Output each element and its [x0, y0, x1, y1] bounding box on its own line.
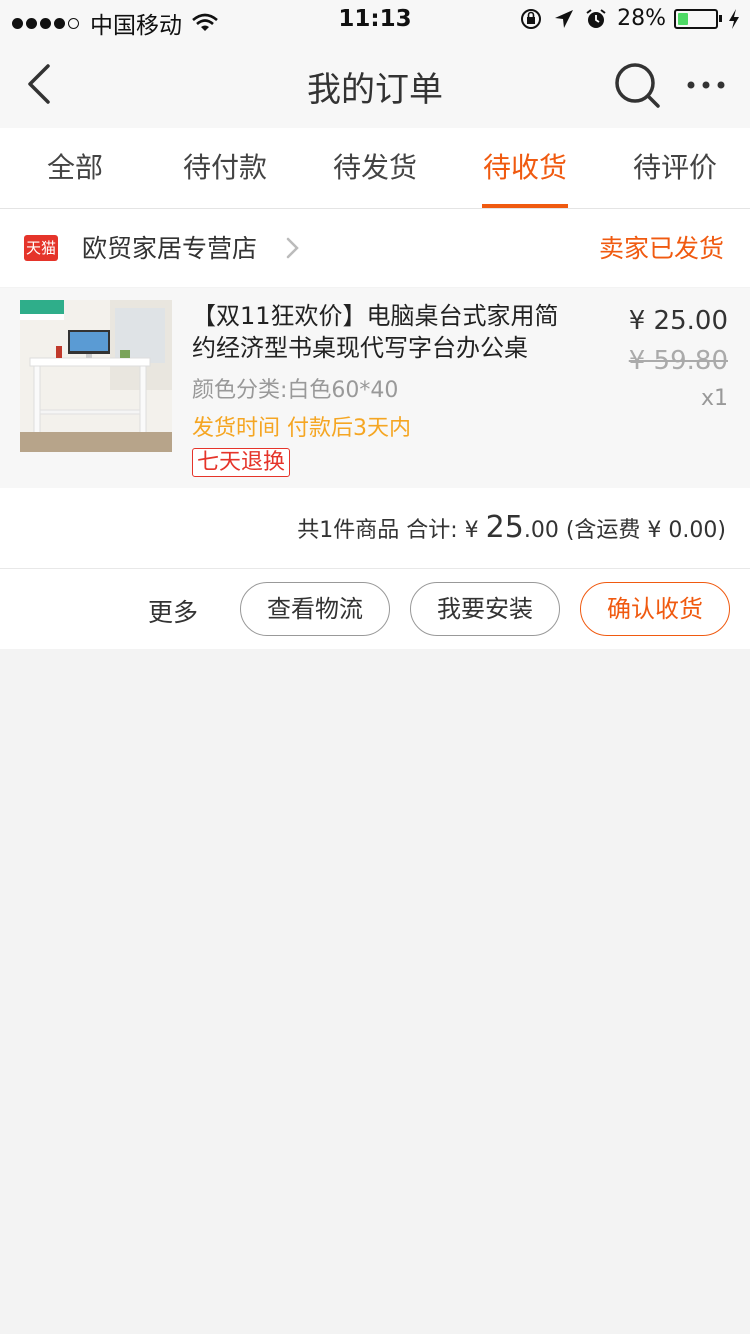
order-actions: 更多 查看物流 我要安装 确认收货: [0, 569, 750, 649]
charging-icon: [729, 8, 739, 29]
desk-image: [20, 300, 172, 452]
alarm-icon: [586, 8, 606, 28]
tmall-logo: 天猫: [24, 235, 58, 261]
product-title[interactable]: 【双11狂欢价】电脑桌台式家用简约经济型书桌现代写字台办公桌: [192, 300, 577, 364]
return-policy-badge: 七天退换: [192, 448, 291, 477]
tab-pending-shipment[interactable]: 待发货: [300, 128, 450, 208]
product-sku: 颜色分类:白色60*40: [192, 378, 399, 403]
status-bar: 中国移动 11:13 28%: [0, 0, 750, 40]
status-right: 28%: [509, 6, 740, 31]
view-logistics-button[interactable]: 查看物流: [240, 582, 390, 636]
location-icon: [555, 9, 574, 28]
nav-bar: 我的订单: [0, 40, 750, 128]
confirm-receipt-button[interactable]: 确认收货: [580, 582, 730, 636]
product-price: ¥ 25.00: [628, 306, 728, 336]
summary-total-int: 25: [485, 510, 524, 545]
order-status: 卖家已发货: [598, 234, 724, 263]
battery-fill: [678, 12, 688, 25]
chevron-right-icon[interactable]: [285, 236, 301, 260]
product-item[interactable]: 【双11狂欢价】电脑桌台式家用简约经济型书桌现代写字台办公桌 颜色分类:白色60…: [0, 288, 750, 488]
shipping-time: 发货时间 付款后3天内: [192, 416, 411, 441]
summary-total-dec: .00: [523, 518, 559, 543]
more-link[interactable]: 更多: [148, 593, 198, 629]
store-name[interactable]: 欧贸家居专营店: [82, 229, 257, 265]
more-options-icon[interactable]: [685, 70, 727, 100]
summary-text: 共1件商品 合计: ¥ 25.00 (含运费 ¥ 0.00): [297, 510, 726, 545]
orientation-lock-icon: [521, 8, 542, 29]
product-thumbnail[interactable]: [20, 300, 172, 452]
battery-tip: [719, 15, 722, 22]
tab-pending-payment[interactable]: 待付款: [150, 128, 300, 208]
search-icon[interactable]: [612, 60, 662, 110]
tab-all[interactable]: 全部: [0, 128, 150, 208]
summary-count-label: 共1件商品 合计: ¥: [297, 518, 486, 543]
store-row[interactable]: 天猫 欧贸家居专营店 卖家已发货: [0, 209, 750, 287]
tab-pending-review[interactable]: 待评价: [600, 128, 750, 208]
order-tabs: 全部 待付款 待发货 待收货 待评价: [0, 128, 750, 209]
request-install-button[interactable]: 我要安装: [410, 582, 560, 636]
order-summary: 共1件商品 合计: ¥ 25.00 (含运费 ¥ 0.00): [0, 488, 750, 569]
battery-icon: [674, 8, 718, 29]
summary-shipping: (含运费 ¥ 0.00): [558, 518, 726, 543]
tab-pending-receipt[interactable]: 待收货: [450, 128, 600, 208]
product-quantity: x1: [700, 386, 728, 411]
original-price: ¥ 59.80: [628, 346, 728, 376]
battery-percent: 28%: [617, 6, 666, 31]
